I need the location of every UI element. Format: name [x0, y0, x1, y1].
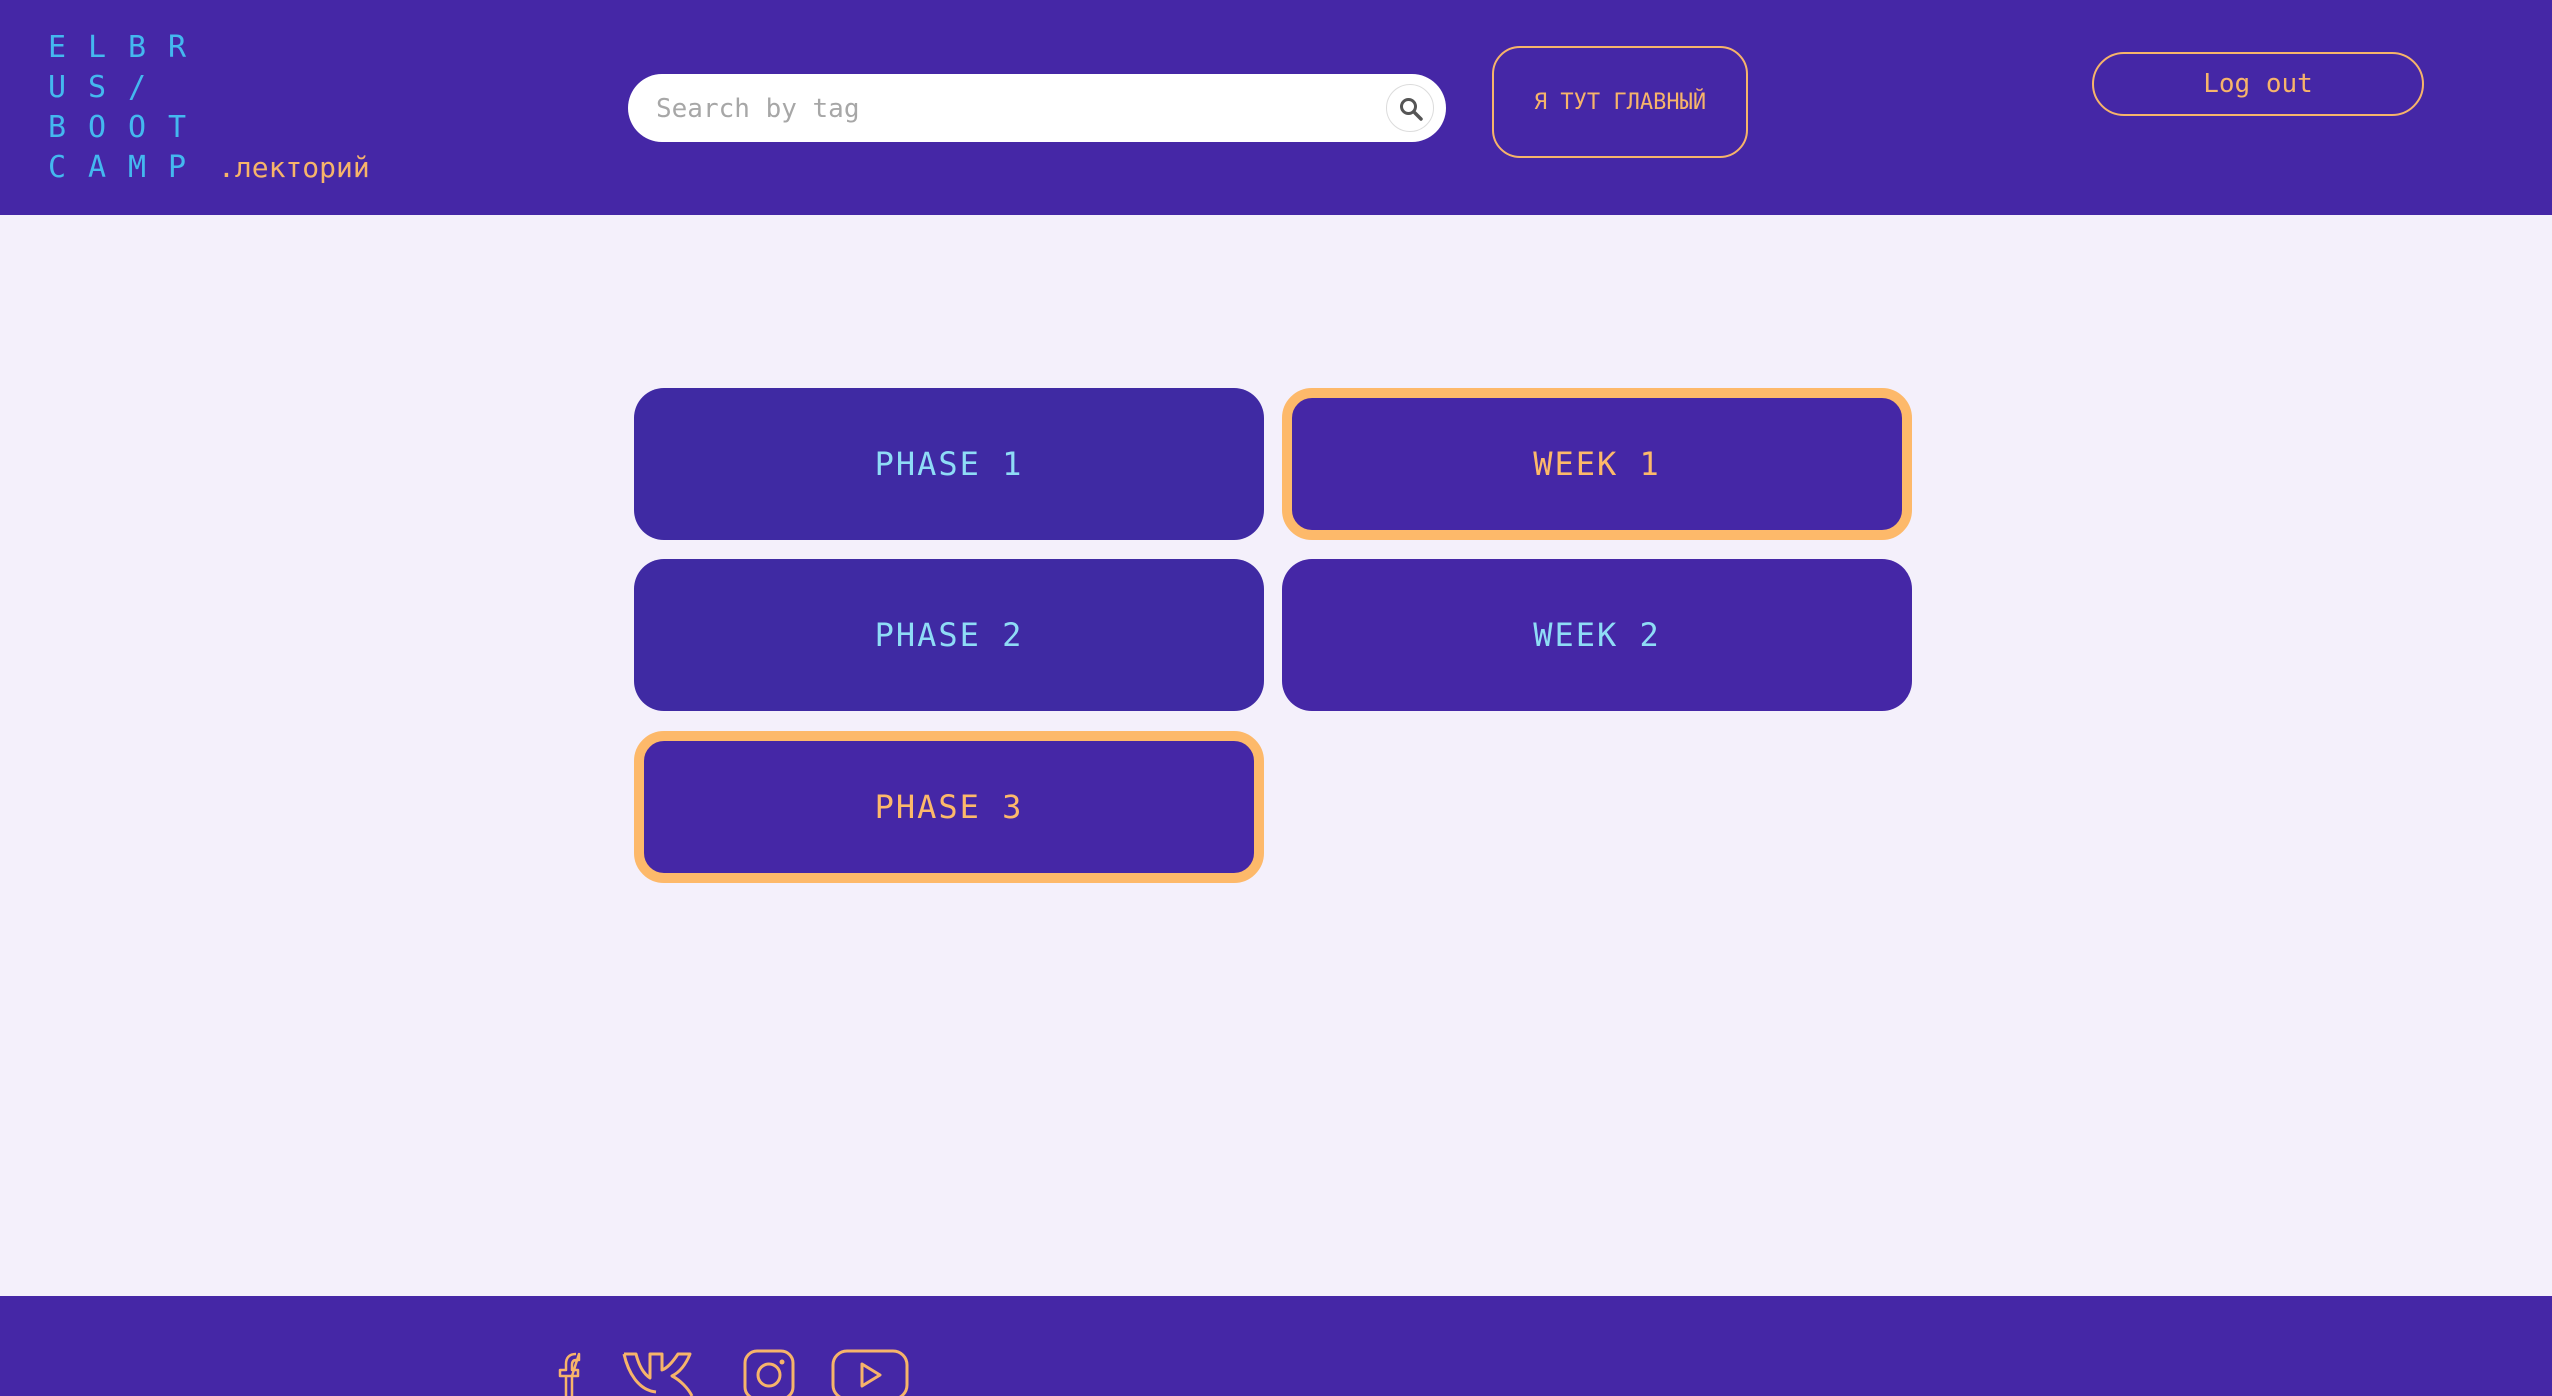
- logo-letter: C: [48, 150, 67, 185]
- footer: [0, 1296, 2552, 1396]
- search-input[interactable]: [654, 74, 1378, 144]
- logo-suffix: .лекторий: [218, 151, 370, 184]
- logo-letter: E: [48, 30, 67, 65]
- logo-letter: O: [128, 110, 147, 145]
- phase-2-tile[interactable]: PHASE 2: [634, 559, 1264, 711]
- instagram-icon[interactable]: [742, 1348, 796, 1396]
- logo-letter: L: [88, 30, 107, 65]
- week-2-tile[interactable]: WEEK 2: [1282, 559, 1912, 711]
- search-button[interactable]: [1386, 84, 1434, 132]
- logo-letter: B: [48, 110, 67, 145]
- logo-letter: R: [168, 30, 187, 65]
- logout-button[interactable]: Log out: [2092, 52, 2424, 116]
- logo-letter: S: [88, 70, 107, 105]
- search-icon: [1400, 98, 1423, 121]
- logo-letter: /: [128, 70, 147, 105]
- logo-letter: M: [128, 150, 147, 185]
- vk-icon[interactable]: [620, 1348, 710, 1396]
- header: E L B R U S / B O O T C A M P .лекторий: [0, 0, 2552, 215]
- logo-row-2: U S /: [48, 68, 370, 108]
- logo-letter: T: [168, 110, 187, 145]
- week-1-tile[interactable]: WEEK 1: [1282, 388, 1912, 540]
- logo-row-1: E L B R: [48, 28, 370, 68]
- logo-letter: A: [88, 150, 107, 185]
- logo-letter: U: [48, 70, 67, 105]
- phase-3-tile[interactable]: PHASE 3: [634, 731, 1264, 883]
- main-role-button[interactable]: Я ТУТ ГЛАВНЫЙ: [1492, 46, 1748, 158]
- logo-letter: P: [168, 150, 187, 185]
- logo-row-3: B O O T: [48, 108, 370, 148]
- logo-row-4: C A M P .лекторий: [48, 148, 370, 188]
- logo[interactable]: E L B R U S / B O O T C A M P .лекторий: [48, 28, 370, 188]
- search-bar: [628, 74, 1446, 144]
- facebook-icon[interactable]: [552, 1348, 588, 1396]
- phase-1-tile[interactable]: PHASE 1: [634, 388, 1264, 540]
- youtube-icon[interactable]: [830, 1348, 910, 1396]
- logo-letter: B: [128, 30, 147, 65]
- logo-letter: O: [88, 110, 107, 145]
